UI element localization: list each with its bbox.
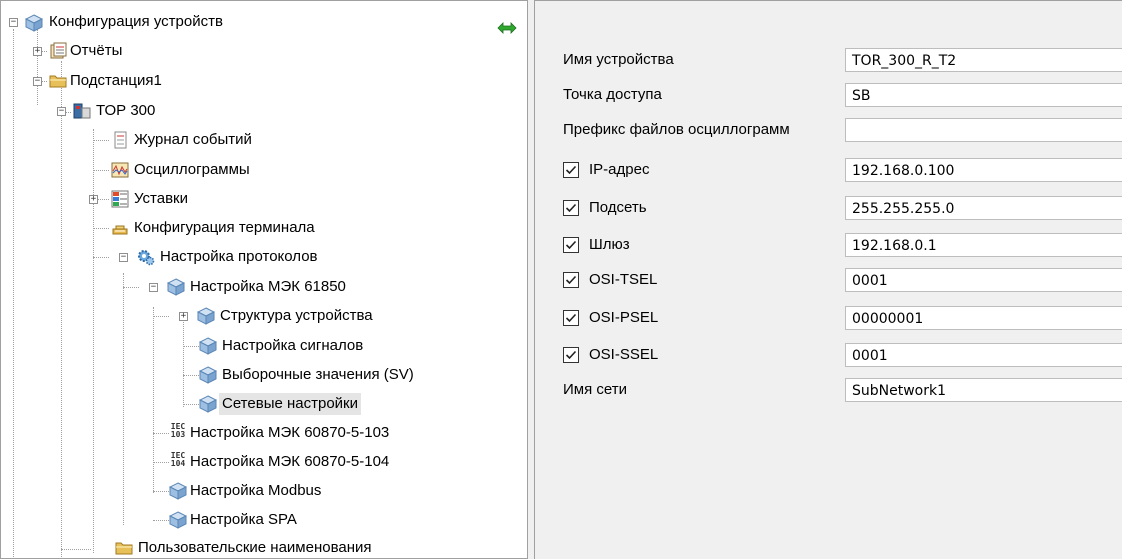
oscillogram-icon [111,162,129,178]
collapse-substation-toggle[interactable]: − [33,77,42,86]
property-row: Префикс файлов осциллограмм [535,115,1122,145]
property-label: OSI-TSEL [589,271,658,288]
property-value-field[interactable]: SB [845,83,1122,107]
property-row: Имя устройства TOR_300_R_T2 [535,45,1122,75]
property-label: Имя сети [563,381,627,398]
cube-icon [199,395,217,413]
tree-item-settings[interactable]: Уставки [131,188,191,210]
tree-item-iec103[interactable]: Настройка МЭК 60870-5-103 [187,422,392,444]
property-row: OSI-PSEL 00000001 [535,303,1122,333]
cube-icon [197,307,215,325]
property-label: IP-адрес [589,161,650,178]
property-row: Имя сети SubNetwork1 [535,375,1122,405]
properties-panel: Имя устройства TOR_300_R_T2 Точка доступа S… [534,0,1122,559]
tree-item-signal-setup[interactable]: Настройка сигналов [219,335,366,357]
property-label: Шлюз [589,236,630,253]
checkmark-icon [565,313,577,323]
device-tree[interactable]: − Конфигурация устройств + Отчёты − Подс… [0,0,528,559]
folder-icon [49,75,67,88]
tree-item-event-log[interactable]: Журнал событий [131,129,255,151]
tree-item-iec61850[interactable]: Настройка МЭК 61850 [187,276,349,298]
tree-item-oscillograms[interactable]: Осциллограммы [131,159,253,181]
property-label: OSI-PSEL [589,309,659,326]
tree-item-sampled-values[interactable]: Выборочные значения (SV) [219,364,417,386]
property-value-field[interactable]: 255.255.255.0 [845,196,1122,220]
property-value-field[interactable]: 192.168.0.1 [845,233,1122,257]
property-row: Подсеть 255.255.255.0 [535,193,1122,223]
event-log-icon [114,131,127,149]
cube-icon [199,366,217,384]
checkmark-icon [565,240,577,250]
cube-icon [199,337,217,355]
tree-item-device[interactable]: ТОР 300 [93,100,158,122]
tree-item-user-names[interactable]: Пользовательские наименования [135,537,375,558]
property-row: IP-адрес 192.168.0.100 [535,155,1122,185]
cube-icon [169,482,187,500]
property-checkbox[interactable] [563,347,579,363]
cube-icon [167,278,185,296]
cube-icon [169,511,187,529]
property-value-field[interactable]: SubNetwork1 [845,378,1122,402]
folder-icon [115,542,133,555]
tree-item-device-structure[interactable]: Структура устройства [217,305,376,327]
property-label: Точка доступа [563,86,662,103]
property-checkbox[interactable] [563,310,579,326]
checkmark-icon [565,275,577,285]
property-label: Подсеть [589,199,647,216]
terminal-config-icon [112,225,128,235]
iec-icon-number: 104 [170,459,186,468]
property-value-field[interactable] [845,118,1122,142]
expand-device-structure-toggle[interactable]: + [179,312,188,321]
property-value-field[interactable]: TOR_300_R_T2 [845,48,1122,72]
property-checkbox[interactable] [563,162,579,178]
cube-icon [25,14,43,32]
checkmark-icon [565,350,577,360]
property-row: OSI-TSEL 0001 [535,265,1122,295]
collapse-device-toggle[interactable]: − [57,107,66,116]
tree-item-modbus[interactable]: Настройка Modbus [187,480,324,502]
reports-icon [50,42,67,59]
collapse-root-toggle[interactable]: − [9,18,18,27]
property-checkbox[interactable] [563,200,579,216]
property-value-field[interactable]: 192.168.0.100 [845,158,1122,182]
tree-item-protocol-setup[interactable]: Настройка протоколов [157,246,321,268]
property-row: Точка доступа SB [535,80,1122,110]
tree-item-iec104[interactable]: Настройка МЭК 60870-5-104 [187,451,392,473]
property-row: OSI-SSEL 0001 [535,340,1122,370]
checkmark-icon [565,203,577,213]
collapse-iec61850-toggle[interactable]: − [149,283,158,292]
relay-device-icon [73,103,91,119]
gears-icon [138,250,155,266]
collapse-protocols-toggle[interactable]: − [119,253,128,262]
tree-item-terminal-config[interactable]: Конфигурация терминала [131,217,318,239]
iec-103-icon: IEC 103 [169,423,187,441]
property-value-field[interactable]: 0001 [845,343,1122,367]
settings-table-icon [111,190,129,208]
expand-settings-toggle[interactable]: + [89,195,98,204]
property-value-field[interactable]: 0001 [845,268,1122,292]
property-checkbox[interactable] [563,237,579,253]
expand-reports-toggle[interactable]: + [33,47,42,56]
tree-item-spa[interactable]: Настройка SPA [187,509,300,531]
property-label: Префикс файлов осциллограмм [563,121,790,138]
tree-item-root[interactable]: Конфигурация устройств [46,11,226,33]
checkmark-icon [565,165,577,175]
tree-item-substation[interactable]: Подстанция1 [67,70,165,92]
property-label: Имя устройства [563,51,674,68]
property-checkbox[interactable] [563,272,579,288]
tree-item-reports[interactable]: Отчёты [67,40,125,62]
iec-104-icon: IEC 104 [169,452,187,470]
property-value-field[interactable]: 00000001 [845,306,1122,330]
property-label: OSI-SSEL [589,346,659,363]
sync-arrows-icon[interactable] [497,21,517,35]
property-row: Шлюз 192.168.0.1 [535,230,1122,260]
tree-item-network-settings[interactable]: Сетевые настройки [219,393,361,415]
iec-icon-number: 103 [170,430,186,439]
